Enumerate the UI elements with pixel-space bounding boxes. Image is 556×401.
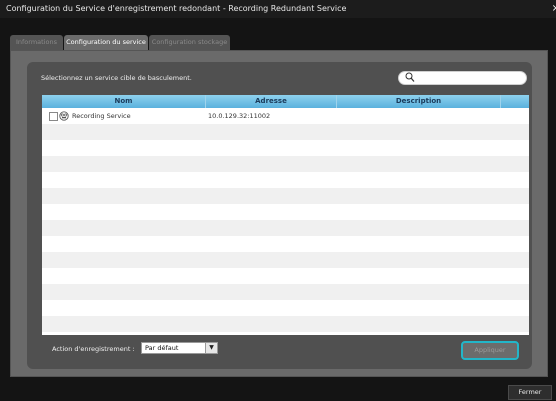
row-name: Recording Service — [72, 112, 131, 120]
window-title: Configuration du Service d'enregistremen… — [6, 4, 347, 13]
empty-row — [42, 284, 529, 300]
recording-action-label: Action d'enregistrement : — [52, 345, 135, 353]
column-header-adresse[interactable]: Adresse — [206, 95, 337, 108]
empty-row — [42, 268, 529, 284]
service-config-panel: Sélectionnez un service cible de bascule… — [10, 50, 548, 377]
empty-row — [42, 220, 529, 236]
search-input[interactable] — [398, 71, 527, 85]
column-header-description[interactable]: Description — [337, 95, 501, 108]
column-header-filler — [501, 95, 529, 108]
tab-informations[interactable]: Informations — [10, 35, 63, 50]
apply-button[interactable]: Appliquer — [461, 341, 519, 360]
empty-row — [42, 140, 529, 156]
column-header-nom[interactable]: Nom — [42, 95, 206, 108]
tab-configuration-service[interactable]: Configuration du service — [64, 35, 148, 51]
close-icon[interactable]: × — [552, 0, 556, 18]
empty-row — [42, 316, 529, 332]
empty-row — [42, 252, 529, 268]
tab-configuration-stockage[interactable]: Configuration stockage — [149, 35, 230, 50]
chevron-down-icon[interactable]: ▼ — [205, 343, 217, 353]
table-row[interactable]: Recording Service 10.0.129.32:11002 — [42, 108, 529, 124]
empty-row — [42, 188, 529, 204]
instruction-text: Sélectionnez un service cible de bascule… — [41, 74, 192, 82]
content-area: Sélectionnez un service cible de bascule… — [27, 62, 532, 369]
empty-row — [42, 332, 529, 335]
close-button[interactable]: Fermer — [508, 385, 552, 400]
row-address: 10.0.129.32:11002 — [208, 112, 271, 120]
empty-row — [42, 156, 529, 172]
table-rows: Recording Service 10.0.129.32:11002 — [42, 108, 529, 335]
empty-row — [42, 204, 529, 220]
title-bar: Configuration du Service d'enregistremen… — [0, 0, 556, 18]
recording-action-value: Par défaut — [145, 344, 179, 352]
recording-action-select[interactable]: Par défaut ▼ — [141, 342, 218, 354]
search-icon — [405, 72, 415, 87]
recording-service-icon — [59, 111, 69, 121]
empty-row — [42, 172, 529, 188]
row-checkbox[interactable] — [49, 112, 58, 121]
table-header: Nom Adresse Description — [42, 95, 529, 108]
empty-row — [42, 300, 529, 316]
service-table: Nom Adresse Description Recording Servic… — [42, 95, 529, 335]
empty-row — [42, 124, 529, 140]
empty-row — [42, 236, 529, 252]
